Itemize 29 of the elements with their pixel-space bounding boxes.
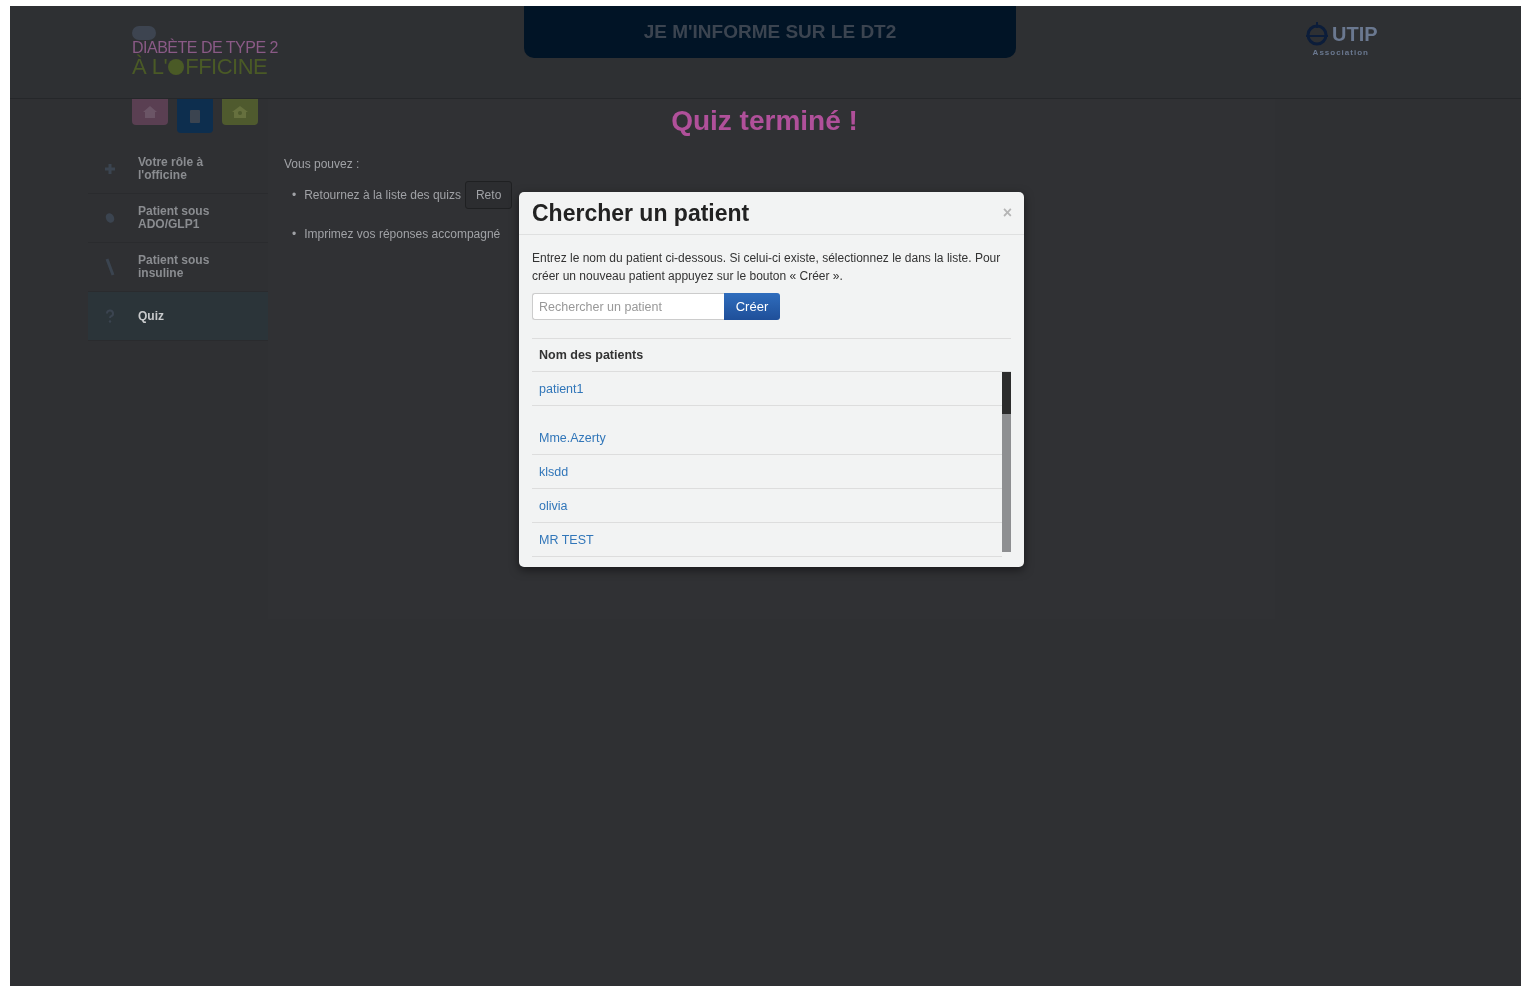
column-header: Nom des patients <box>532 339 1011 372</box>
nav-tab[interactable] <box>132 99 168 125</box>
create-button[interactable]: Créer <box>724 293 780 320</box>
book-icon <box>189 108 201 124</box>
intro-text: Vous pouvez : <box>284 157 361 171</box>
patient-link[interactable]: Mme.Azerty <box>539 430 606 445</box>
bullet-marker: • <box>292 227 297 241</box>
partner-subtitle: Association <box>1312 48 1369 57</box>
patient-link[interactable]: MR TEST <box>539 532 594 547</box>
patient-link[interactable]: olivia <box>539 498 568 513</box>
bullet-text: Imprimez vos réponses accompagné <box>304 227 501 241</box>
logo-bubbles-icon <box>132 26 156 40</box>
dialog-description: Entrez le nom du patient ci-dessous. Si celui-ci existe, sélectionnez le dans la liste. Pour créer un nouveau patient appuyez sur le bouton « Créer ». <box>532 250 1002 285</box>
nav-tab[interactable] <box>222 99 258 125</box>
cross-icon <box>168 59 185 75</box>
scrollbar[interactable] <box>1002 372 1011 552</box>
dialog-title: Chercher un patient <box>532 199 750 227</box>
partner-logo-text: UTIP <box>1332 22 1378 46</box>
bullet-marker: • <box>292 188 297 202</box>
page-title: Quiz terminé ! <box>670 105 859 137</box>
nav-tab[interactable] <box>177 99 213 133</box>
globe-icon <box>1304 20 1330 48</box>
sidebar-item[interactable]: Quiz <box>88 292 268 341</box>
logo-text: DIABÈTE DE TYPE 2 <box>132 40 279 56</box>
return-button[interactable]: Reto <box>464 181 513 209</box>
patient-link[interactable]: patient1 <box>539 381 584 396</box>
search-field[interactable]: Rechercher un patient <box>532 293 724 320</box>
bullet-text: Retournez à la liste des quizs <box>304 188 461 202</box>
patient-link[interactable]: klsdd <box>539 464 569 479</box>
